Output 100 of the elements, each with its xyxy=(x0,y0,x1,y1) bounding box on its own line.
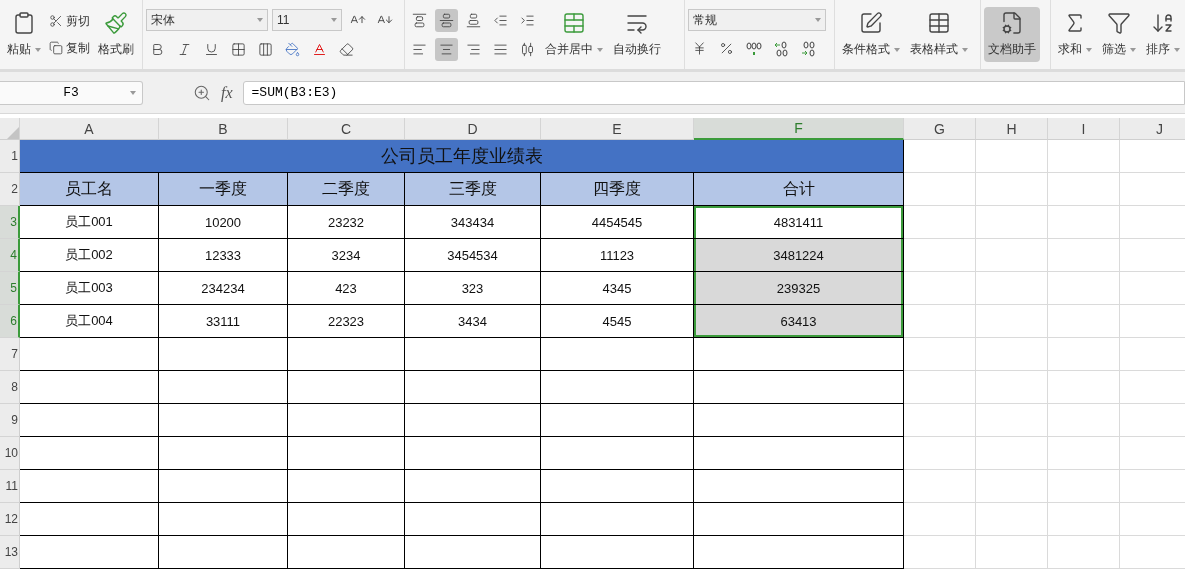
row-header[interactable]: 1 xyxy=(0,140,20,173)
cut-button[interactable]: 剪切 xyxy=(47,10,92,32)
table-cell: 33111 xyxy=(159,305,288,338)
table-cell: 4454545 xyxy=(541,206,694,239)
row-header[interactable]: 6 xyxy=(0,305,20,338)
align-button[interactable] xyxy=(435,37,458,61)
column-header[interactable]: A xyxy=(20,118,159,140)
caret-icon xyxy=(962,47,968,52)
table-cell: 员工002 xyxy=(20,239,159,272)
column-header[interactable]: G xyxy=(904,118,976,140)
column-header[interactable]: E xyxy=(541,118,694,140)
font-color-icon xyxy=(312,41,327,57)
column-header[interactable]: I xyxy=(1048,118,1120,140)
format-painter-button[interactable]: 格式刷 xyxy=(94,7,138,62)
zoom-icon xyxy=(193,83,211,102)
caret-icon xyxy=(130,90,136,95)
table-cell: 11123 xyxy=(541,239,694,272)
increase-decimal-icon xyxy=(772,40,789,57)
caret-icon xyxy=(331,18,337,22)
column-heading-cell: 四季度 xyxy=(541,173,694,206)
clipboard-icon xyxy=(12,11,36,35)
percent-icon xyxy=(719,41,734,56)
row-header[interactable]: 11 xyxy=(0,470,20,503)
eraser-icon xyxy=(339,41,354,57)
column-header[interactable]: H xyxy=(976,118,1048,140)
italic-icon xyxy=(177,41,192,57)
align-button[interactable] xyxy=(435,8,458,32)
decrease-decimal-icon xyxy=(799,40,816,57)
table-cell: 员工003 xyxy=(20,272,159,305)
table-cell: 423 xyxy=(288,272,405,305)
copy-button[interactable]: 复制 xyxy=(47,37,92,59)
cell-style-icon xyxy=(258,41,273,57)
thousands-separator-icon xyxy=(745,41,762,56)
row-header[interactable]: 5 xyxy=(0,272,20,305)
font-size-select[interactable]: 11 xyxy=(272,9,342,31)
sort-icon xyxy=(1151,11,1175,35)
column-header[interactable]: F xyxy=(694,118,904,140)
table-cell: 63413 xyxy=(694,305,904,338)
merge-center-button[interactable]: 合并居中 xyxy=(541,7,607,62)
yen-icon xyxy=(692,41,707,56)
scissors-icon xyxy=(49,14,63,28)
table-cell: 3481224 xyxy=(694,239,904,272)
column-heading-cell: 合计 xyxy=(694,173,904,206)
caret-icon xyxy=(1086,47,1092,52)
function-label[interactable]: fx xyxy=(221,83,233,102)
table-cell: 22323 xyxy=(288,305,405,338)
table-cell: 10200 xyxy=(159,206,288,239)
row-header[interactable]: 12 xyxy=(0,503,20,536)
name-box[interactable]: F3 xyxy=(0,80,143,105)
wrap-text-button[interactable]: 自动换行 xyxy=(609,7,665,62)
column-header[interactable]: B xyxy=(159,118,288,140)
row-header[interactable]: 2 xyxy=(0,173,20,206)
column-heading-cell: 二季度 xyxy=(288,173,405,206)
tool-button[interactable]: 筛选 xyxy=(1098,7,1140,62)
table-cell: 323 xyxy=(405,272,541,305)
column-header[interactable]: C xyxy=(288,118,405,140)
conditional-format-icon xyxy=(859,11,883,35)
number-format-select[interactable]: 常规 xyxy=(688,9,826,31)
align-top-icon xyxy=(412,12,427,28)
paintbrush-icon xyxy=(104,11,128,35)
row-header[interactable]: 3 xyxy=(0,206,20,239)
row-header[interactable]: 13 xyxy=(0,536,20,569)
row-header[interactable]: 4 xyxy=(0,239,20,272)
column-heading-cell: 三季度 xyxy=(405,173,541,206)
paint-bucket-icon xyxy=(285,41,300,57)
align-justify-icon xyxy=(493,41,508,57)
bold-icon xyxy=(150,41,165,57)
row-header[interactable]: 10 xyxy=(0,437,20,470)
caret-icon xyxy=(35,47,41,52)
style-button[interactable]: 表格样式 xyxy=(906,7,972,62)
document-wrench-icon xyxy=(1000,11,1024,35)
align-center-icon xyxy=(439,41,454,57)
sheet-title: 公司员工年度业绩表 xyxy=(20,140,904,173)
funnel-icon xyxy=(1107,11,1131,35)
table-cell: 员工001 xyxy=(20,206,159,239)
row-header[interactable]: 7 xyxy=(0,338,20,371)
column-header[interactable]: D xyxy=(405,118,541,140)
underline-icon xyxy=(204,41,219,57)
formula-field[interactable]: =SUM(B3:E3) xyxy=(242,80,1185,105)
indent-decrease-icon xyxy=(493,12,508,28)
merge-cells-icon xyxy=(562,11,586,35)
style-button[interactable]: 条件格式 xyxy=(838,7,904,62)
table-cell: 3234 xyxy=(288,239,405,272)
row-header[interactable]: 8 xyxy=(0,371,20,404)
column-heading-cell: 员工名 xyxy=(20,173,159,206)
align-bottom-icon xyxy=(466,12,481,28)
tool-button[interactable]: 求和 xyxy=(1054,7,1096,62)
paste-button[interactable]: 粘贴 xyxy=(3,7,45,62)
row-header[interactable]: 9 xyxy=(0,404,20,437)
tool-button[interactable]: 排序 xyxy=(1142,7,1184,62)
indent-increase-icon xyxy=(520,12,535,28)
document-assistant-button[interactable]: 文档助手 xyxy=(984,7,1040,62)
caret-icon xyxy=(597,47,603,52)
table-cell: 3454534 xyxy=(405,239,541,272)
table-cell: 员工004 xyxy=(20,305,159,338)
table-cell: 4345 xyxy=(541,272,694,305)
align-middle-icon xyxy=(439,12,454,28)
font-name-select[interactable]: 宋体 xyxy=(146,9,268,31)
table-cell: 343434 xyxy=(405,206,541,239)
column-header[interactable]: J xyxy=(1120,118,1185,140)
